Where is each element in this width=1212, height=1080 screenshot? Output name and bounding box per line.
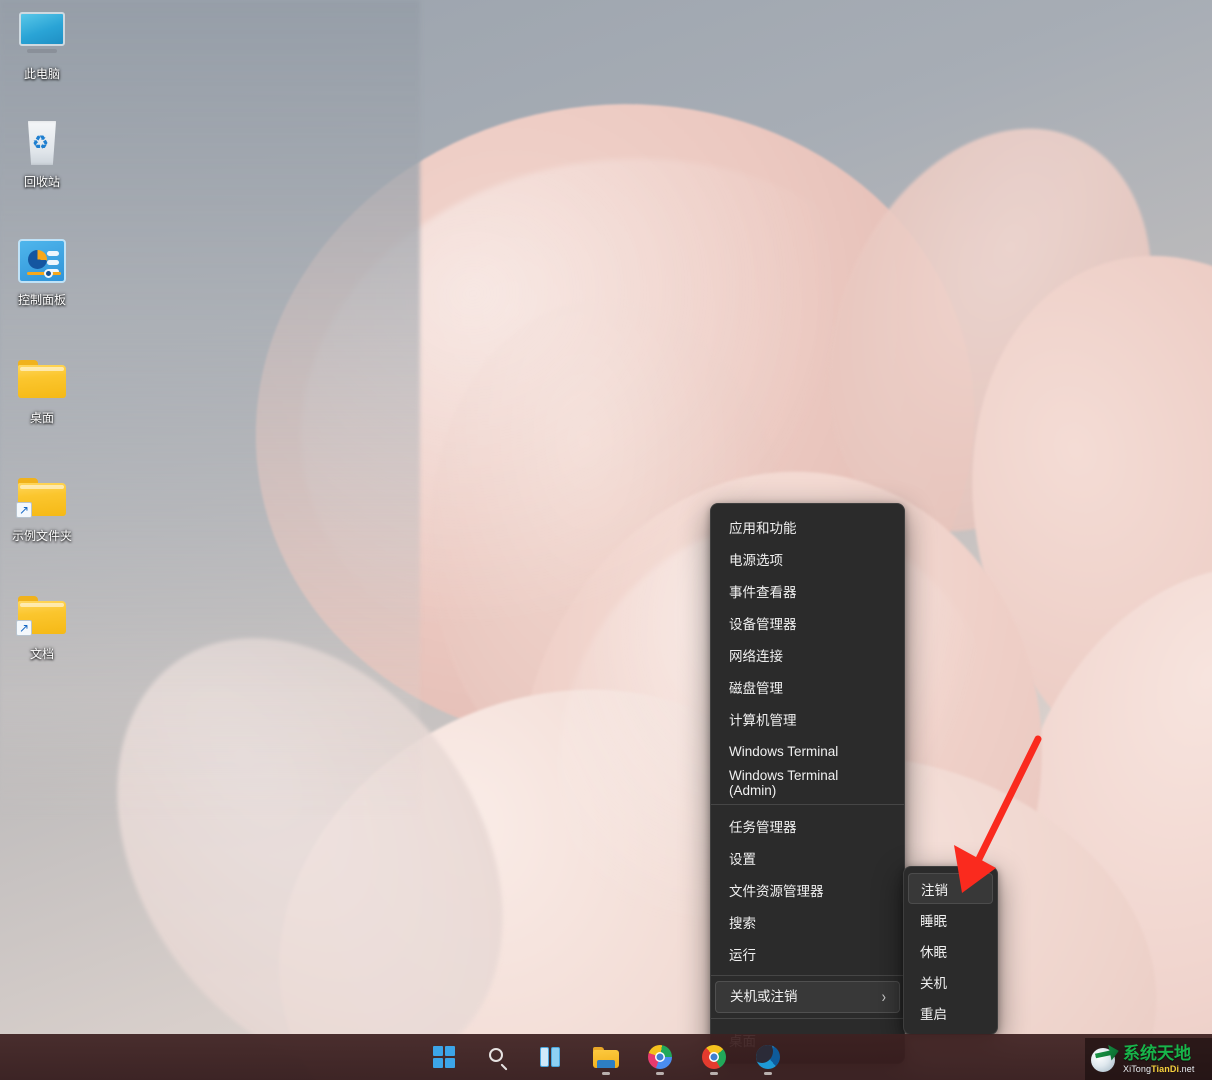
- menu-item-event-viewer[interactable]: 事件查看器: [715, 575, 900, 607]
- menu-item-label: Windows Terminal: [729, 744, 838, 759]
- desktop-icon-label: 此电脑: [24, 67, 60, 81]
- menu-item-label: 设置: [729, 848, 756, 868]
- watermark-cn-text: 系统天地: [1123, 1045, 1195, 1062]
- file-explorer-button[interactable]: [586, 1037, 626, 1077]
- watermark-en-suffix: .net: [1179, 1064, 1194, 1074]
- menu-item-label: 网络连接: [729, 645, 783, 665]
- menu-item-settings[interactable]: 设置: [715, 842, 900, 874]
- menu-item-windows-terminal[interactable]: Windows Terminal: [715, 735, 900, 767]
- shortcut-arrow-icon: ↗: [16, 502, 32, 518]
- menu-item-label: 任务管理器: [729, 816, 797, 836]
- desktop-icon-label: 文档: [30, 647, 54, 661]
- menu-item-computer-management[interactable]: 计算机管理: [715, 703, 900, 735]
- submenu-item-label: 休眠: [920, 941, 947, 961]
- this-pc-icon: [15, 8, 69, 62]
- submenu-item-label: 重启: [920, 1003, 947, 1023]
- start-button[interactable]: [424, 1037, 464, 1077]
- desktop-wallpaper: [0, 0, 1212, 1080]
- submenu-item-label: 注销: [921, 879, 948, 899]
- watermark-en-mid: TianDi: [1151, 1064, 1179, 1074]
- menu-item-disk-management[interactable]: 磁盘管理: [715, 671, 900, 703]
- running-indicator: [710, 1072, 718, 1075]
- desktop-icon-desktop-folder[interactable]: 桌面: [0, 352, 84, 450]
- submenu-item-label: 关机: [920, 972, 947, 992]
- running-indicator: [656, 1072, 664, 1075]
- recycle-bin-icon: ♻: [15, 116, 69, 170]
- chevron-right-icon: ›: [882, 978, 886, 1016]
- menu-separator: [711, 975, 904, 976]
- desktop-icon-label: 桌面: [30, 411, 54, 425]
- running-indicator: [764, 1072, 772, 1075]
- submenu-item-shut-down[interactable]: 关机: [908, 966, 993, 997]
- submenu-item-sleep[interactable]: 睡眠: [908, 904, 993, 935]
- edge-button[interactable]: [748, 1037, 788, 1077]
- running-indicator: [602, 1072, 610, 1075]
- desktop-icon-label: 控制面板: [18, 293, 66, 307]
- watermark-en-prefix: XiTong: [1123, 1064, 1151, 1074]
- menu-item-label: 磁盘管理: [729, 677, 783, 697]
- submenu-item-hibernate[interactable]: 休眠: [908, 935, 993, 966]
- submenu-item-sign-out[interactable]: 注销: [908, 873, 993, 904]
- desktop-icon-label: 示例文件夹: [12, 529, 72, 543]
- menu-item-windows-terminal-admin[interactable]: Windows Terminal (Admin): [715, 767, 900, 799]
- desktop-icon-documents[interactable]: ↗ 文档: [0, 588, 84, 686]
- menu-item-apps-and-features[interactable]: 应用和功能: [715, 511, 900, 543]
- chrome-canary-button[interactable]: [640, 1037, 680, 1077]
- menu-item-search[interactable]: 搜索: [715, 906, 900, 938]
- menu-separator: [711, 1018, 904, 1019]
- menu-item-label: 计算机管理: [729, 709, 797, 729]
- menu-item-label: 事件查看器: [729, 581, 797, 601]
- task-view-icon: [540, 1047, 564, 1067]
- site-watermark: 系统天地 XiTongTianDi.net: [1085, 1038, 1212, 1080]
- desktop-icon-this-pc[interactable]: 此电脑: [0, 8, 84, 106]
- folder-shortcut-icon: ↗: [15, 470, 69, 524]
- menu-item-device-manager[interactable]: 设备管理器: [715, 607, 900, 639]
- shutdown-submenu: 注销 睡眠 休眠 关机 重启: [903, 866, 998, 1035]
- menu-item-label: 文件资源管理器: [729, 880, 824, 900]
- desktop-icon-list: 此电脑 ♻ 回收站 控制面板 桌面 ↗: [0, 8, 84, 688]
- menu-item-label: 运行: [729, 944, 756, 964]
- search-icon: [488, 1047, 509, 1068]
- menu-item-file-explorer[interactable]: 文件资源管理器: [715, 874, 900, 906]
- folder-shortcut-icon: ↗: [15, 588, 69, 642]
- taskbar-icon-group: [424, 1037, 788, 1077]
- watermark-en-text: XiTongTianDi.net: [1123, 1065, 1195, 1074]
- file-explorer-icon: [593, 1047, 619, 1068]
- menu-item-label: 关机或注销: [730, 982, 798, 1012]
- menu-item-run[interactable]: 运行: [715, 938, 900, 970]
- taskbar: [0, 1034, 1212, 1080]
- submenu-item-label: 睡眠: [920, 910, 947, 930]
- submenu-item-restart[interactable]: 重启: [908, 997, 993, 1028]
- control-panel-icon: [15, 234, 69, 288]
- menu-separator: [711, 804, 904, 805]
- desktop-icon-label: 回收站: [24, 175, 60, 189]
- menu-item-label: 应用和功能: [729, 517, 797, 537]
- menu-item-task-manager[interactable]: 任务管理器: [715, 810, 900, 842]
- menu-item-network-connections[interactable]: 网络连接: [715, 639, 900, 671]
- menu-item-shutdown-or-signout[interactable]: 关机或注销 ›: [715, 981, 900, 1013]
- folder-icon: [15, 352, 69, 406]
- chrome-button[interactable]: [694, 1037, 734, 1077]
- windows-start-icon: [433, 1046, 455, 1068]
- menu-item-label: Windows Terminal (Admin): [729, 768, 887, 798]
- shortcut-arrow-icon: ↗: [16, 620, 32, 636]
- edge-icon: [756, 1045, 780, 1069]
- menu-item-label: 电源选项: [729, 549, 783, 569]
- menu-item-label: 设备管理器: [729, 613, 797, 633]
- desktop-icon-control-panel[interactable]: 控制面板: [0, 234, 84, 332]
- watermark-logo-icon: [1089, 1044, 1119, 1074]
- menu-item-label: 搜索: [729, 912, 756, 932]
- desktop-icon-sample-folder[interactable]: ↗ 示例文件夹: [0, 470, 84, 568]
- chrome-canary-icon: [648, 1045, 672, 1069]
- menu-item-power-options[interactable]: 电源选项: [715, 543, 900, 575]
- desktop-icon-recycle-bin[interactable]: ♻ 回收站: [0, 116, 84, 214]
- winx-context-menu: 应用和功能 电源选项 事件查看器 设备管理器 网络连接 磁盘管理 计算机管理 W…: [710, 503, 905, 1064]
- search-button[interactable]: [478, 1037, 518, 1077]
- task-view-button[interactable]: [532, 1037, 572, 1077]
- chrome-icon: [702, 1045, 726, 1069]
